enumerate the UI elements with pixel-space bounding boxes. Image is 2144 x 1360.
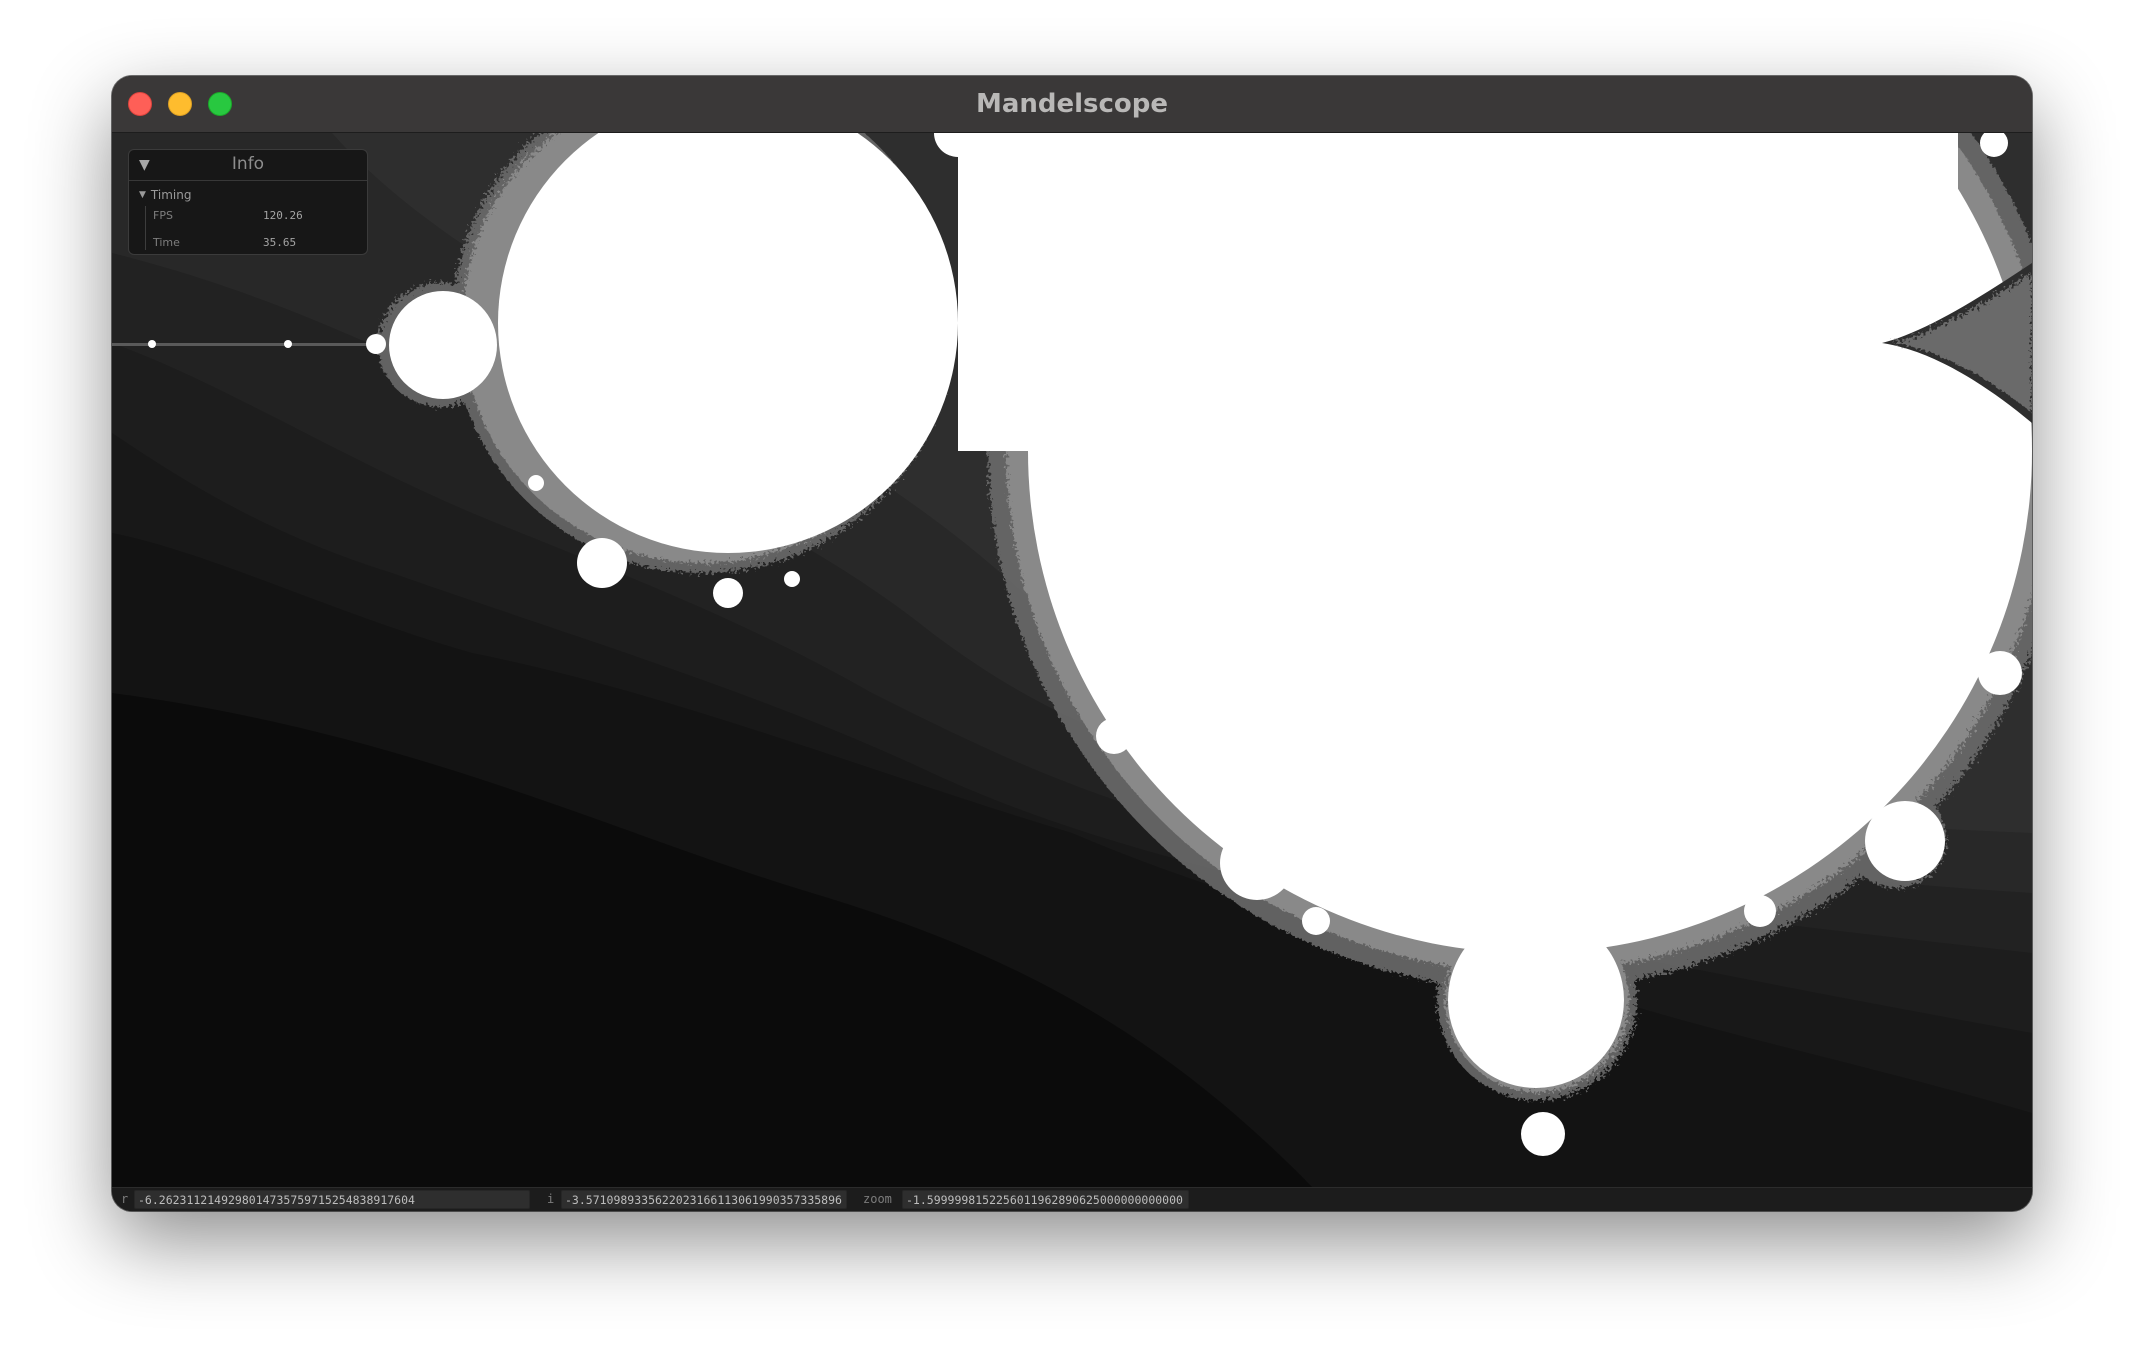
timing-section-label: Timing [150, 188, 192, 202]
r-coordinate-field[interactable]: -6.262311214929801473575971525483891760​… [134, 1190, 530, 1209]
mandelbrot-render [112, 133, 2032, 1187]
i-label: i [547, 1192, 555, 1206]
fractal-canvas[interactable]: ▼ Info ▼ Timing FPS 120.26 Time 35.65 [112, 133, 2032, 1187]
fps-value: 120.26 [263, 209, 303, 222]
status-bar: r -6.26231121492980147357597152548389176… [112, 1187, 2032, 1211]
collapse-icon[interactable]: ▼ [139, 190, 146, 200]
window-title: Mandelscope [975, 89, 1169, 119]
zoom-field[interactable]: -1.5999998152256011962890625000000000000 [902, 1190, 1189, 1209]
app-window: Mandelscope ▼ Info ▼ Timing FPS 120.26 T… [112, 76, 2032, 1211]
timing-section-header[interactable]: ▼ Timing [139, 188, 191, 202]
info-panel-header[interactable]: ▼ Info [129, 150, 367, 181]
info-panel[interactable]: ▼ Info ▼ Timing FPS 120.26 Time 35.65 [128, 149, 368, 255]
i-coordinate-field[interactable]: -3.571098933562202316611306199035733589​… [561, 1190, 847, 1209]
time-value: 35.65 [263, 236, 297, 249]
info-panel-title: Info [231, 154, 265, 174]
tree-indent-guide [145, 206, 146, 250]
fps-label: FPS [153, 209, 173, 222]
title-bar[interactable]: Mandelscope [112, 76, 2032, 133]
zoom-label: zoom [863, 1192, 892, 1206]
time-label: Time [153, 236, 180, 249]
r-label: r [121, 1192, 129, 1206]
